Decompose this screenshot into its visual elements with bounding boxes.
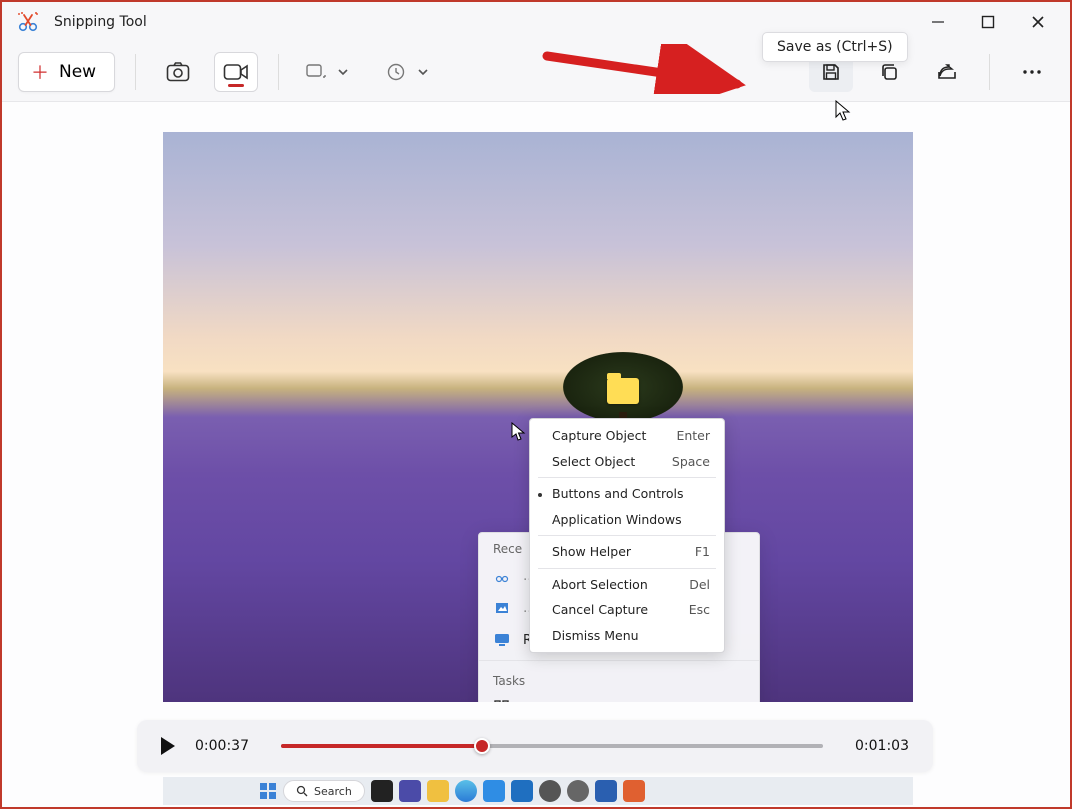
- divider: [135, 54, 136, 90]
- taskbar-app-icon[interactable]: [399, 780, 421, 802]
- annotation-arrow: [542, 44, 752, 94]
- recorded-taskbar: Search: [163, 777, 913, 805]
- panel-item-label: Apps: [523, 701, 555, 703]
- taskbar-app-icon[interactable]: [371, 780, 393, 802]
- apps-icon: [493, 699, 511, 702]
- toolbar: ＋ New: [2, 42, 1070, 102]
- seek-track[interactable]: [281, 744, 823, 748]
- folder-icon: [607, 378, 639, 404]
- snapshot-mode-button[interactable]: [156, 52, 200, 92]
- app-title: Snipping Tool: [54, 14, 147, 30]
- more-options-button[interactable]: [1010, 52, 1054, 92]
- ctx-abort-selection[interactable]: Abort SelectionDel: [530, 572, 724, 598]
- video-preview[interactable]: Capture ObjectEnter Select ObjectSpace B…: [163, 132, 913, 702]
- ctx-application-windows[interactable]: Application Windows: [530, 507, 724, 533]
- divider: [278, 54, 279, 90]
- monitor-icon: [493, 631, 511, 649]
- save-tooltip: Save as (Ctrl+S): [762, 32, 908, 62]
- tooltip-text: Save as (Ctrl+S): [777, 39, 893, 55]
- chevron-down-icon[interactable]: [417, 66, 429, 78]
- new-button-label: New: [59, 62, 96, 82]
- ctx-cancel-capture[interactable]: Cancel CaptureEsc: [530, 597, 724, 623]
- new-button[interactable]: ＋ New: [18, 52, 115, 92]
- titlebar: Snipping Tool: [2, 2, 1070, 42]
- image-file-icon: [493, 599, 511, 617]
- search-label: Search: [314, 785, 352, 798]
- ctx-capture-object[interactable]: Capture ObjectEnter: [530, 423, 724, 449]
- total-time: 0:01:03: [843, 738, 909, 754]
- share-button[interactable]: [925, 52, 969, 92]
- seek-knob[interactable]: [474, 738, 490, 754]
- separator: [538, 535, 716, 536]
- maximize-button[interactable]: [978, 12, 998, 32]
- divider: [989, 54, 990, 90]
- content-area: Capture ObjectEnter Select ObjectSpace B…: [2, 102, 1070, 807]
- current-time: 0:00:37: [195, 738, 261, 754]
- ctx-show-helper[interactable]: Show HelperF1: [530, 539, 724, 565]
- plus-icon: ＋: [31, 59, 49, 85]
- play-button[interactable]: [161, 737, 175, 755]
- close-button[interactable]: [1028, 12, 1048, 32]
- taskbar-app-icon[interactable]: [623, 780, 645, 802]
- separator: [479, 660, 759, 661]
- chevron-down-icon[interactable]: [337, 66, 349, 78]
- shape-dropdown-button[interactable]: [299, 52, 333, 92]
- taskbar-app-icon[interactable]: [483, 780, 505, 802]
- record-mode-button[interactable]: [214, 52, 258, 92]
- active-indicator: [228, 84, 244, 87]
- minimize-button[interactable]: [928, 12, 948, 32]
- mouse-cursor-icon: [511, 422, 527, 442]
- ctx-select-object[interactable]: Select ObjectSpace: [530, 449, 724, 475]
- seek-fill: [281, 744, 482, 748]
- panel-apps[interactable]: Apps: [479, 692, 759, 702]
- checked-dot-icon: [538, 493, 542, 497]
- mouse-cursor-icon: [835, 100, 853, 122]
- taskbar-search[interactable]: Search: [283, 780, 365, 802]
- panel-section-tasks: Tasks: [479, 665, 759, 692]
- separator: [538, 477, 716, 478]
- ctx-dismiss-menu[interactable]: Dismiss Menu: [530, 623, 724, 649]
- separator: [538, 568, 716, 569]
- app-icon: [16, 10, 40, 34]
- context-menu: Capture ObjectEnter Select ObjectSpace B…: [529, 418, 725, 653]
- taskbar-app-icon[interactable]: [567, 780, 589, 802]
- taskbar-app-icon[interactable]: [539, 780, 561, 802]
- taskbar-app-icon[interactable]: [455, 780, 477, 802]
- taskbar-app-icon[interactable]: [427, 780, 449, 802]
- snip-icon: [493, 567, 511, 585]
- search-icon: [296, 785, 308, 797]
- taskbar-app-icon[interactable]: [511, 780, 533, 802]
- delay-dropdown-button[interactable]: [379, 52, 413, 92]
- playback-bar: 0:00:37 0:01:03: [137, 720, 933, 772]
- ctx-buttons-controls[interactable]: Buttons and Controls: [530, 481, 724, 507]
- taskbar-app-icon[interactable]: [595, 780, 617, 802]
- windows-start-icon[interactable]: [259, 782, 277, 800]
